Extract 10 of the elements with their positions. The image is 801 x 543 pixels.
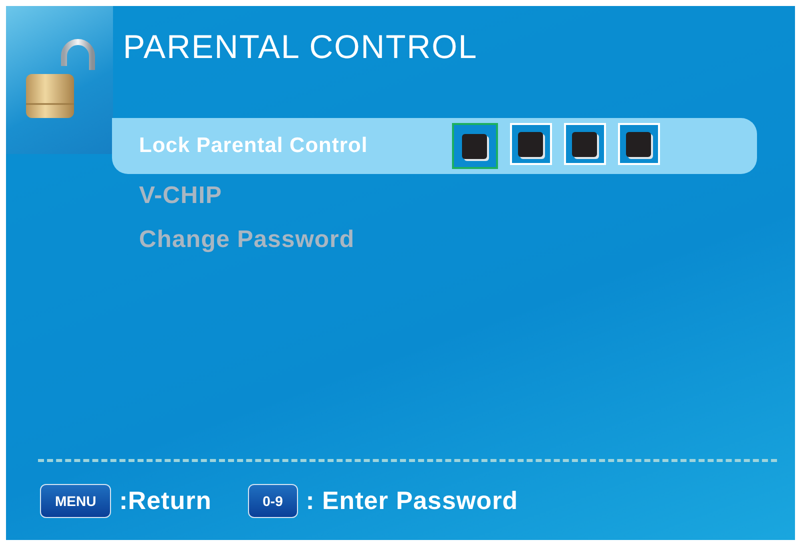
key-hint: : Enter Password [306, 486, 518, 516]
key-hint: :Return [119, 486, 212, 516]
window-title: PARENTAL CONTROL [123, 28, 478, 66]
pin-digit-field[interactable] [452, 123, 498, 169]
menu-label: Change Password [139, 226, 355, 254]
menu-label: Lock Parental Control [139, 134, 368, 158]
remote-key: MENU [40, 484, 112, 518]
remote-key: 0-9 [248, 484, 298, 518]
menu-label: V-CHIP [139, 182, 222, 210]
menu-item-highlighted[interactable]: Lock Parental Control [112, 118, 757, 174]
